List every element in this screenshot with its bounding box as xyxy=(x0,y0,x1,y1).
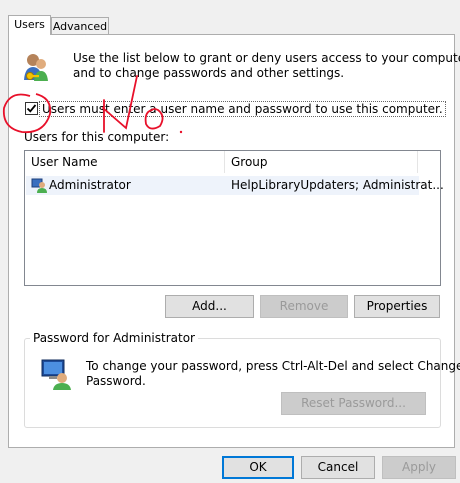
column-header-group-label: Group xyxy=(231,155,268,169)
cancel-button-label: Cancel xyxy=(317,460,359,474)
add-button[interactable]: Add... xyxy=(165,295,254,318)
tab-advanced-label: Advanced xyxy=(52,20,108,33)
apply-button[interactable]: Apply xyxy=(382,456,456,479)
remove-button-label: Remove xyxy=(279,299,329,313)
reset-password-button-label: Reset Password... xyxy=(301,396,406,410)
computer-user-icon xyxy=(41,359,71,390)
apply-button-label: Apply xyxy=(402,460,436,474)
user-icon xyxy=(31,178,47,193)
ok-button[interactable]: OK xyxy=(222,456,294,479)
column-header-group[interactable]: Group xyxy=(225,151,418,173)
tab-advanced[interactable]: Advanced xyxy=(51,17,109,35)
tab-users-label: Users xyxy=(14,18,45,31)
properties-button[interactable]: Properties xyxy=(354,295,440,318)
password-group-title: Password for Administrator xyxy=(30,331,198,345)
intro-text-line1: Use the list below to grant or deny user… xyxy=(73,51,460,65)
password-text-line1: To change your password, press Ctrl-Alt-… xyxy=(86,359,460,373)
row-group: HelpLibraryUpdaters; Administrat... xyxy=(231,178,444,192)
cancel-button[interactable]: Cancel xyxy=(301,456,375,479)
column-header-user-name-label: User Name xyxy=(31,155,98,169)
remove-button[interactable]: Remove xyxy=(260,295,348,318)
handwritten-annotation xyxy=(2,75,183,134)
password-text-line2: Password. xyxy=(86,374,146,388)
reset-password-button[interactable]: Reset Password... xyxy=(281,392,426,415)
tab-users[interactable]: Users xyxy=(8,15,51,35)
ok-button-label: OK xyxy=(249,460,267,474)
column-header-user-name[interactable]: User Name xyxy=(25,151,225,173)
properties-button-label: Properties xyxy=(366,299,428,313)
table-row[interactable]: Administrator HelpLibraryUpdaters; Admin… xyxy=(26,176,444,195)
add-button-label: Add... xyxy=(192,299,227,313)
row-user-name: Administrator xyxy=(49,178,131,192)
users-list[interactable]: User Name Group Administrator HelpLibrar… xyxy=(24,150,444,286)
